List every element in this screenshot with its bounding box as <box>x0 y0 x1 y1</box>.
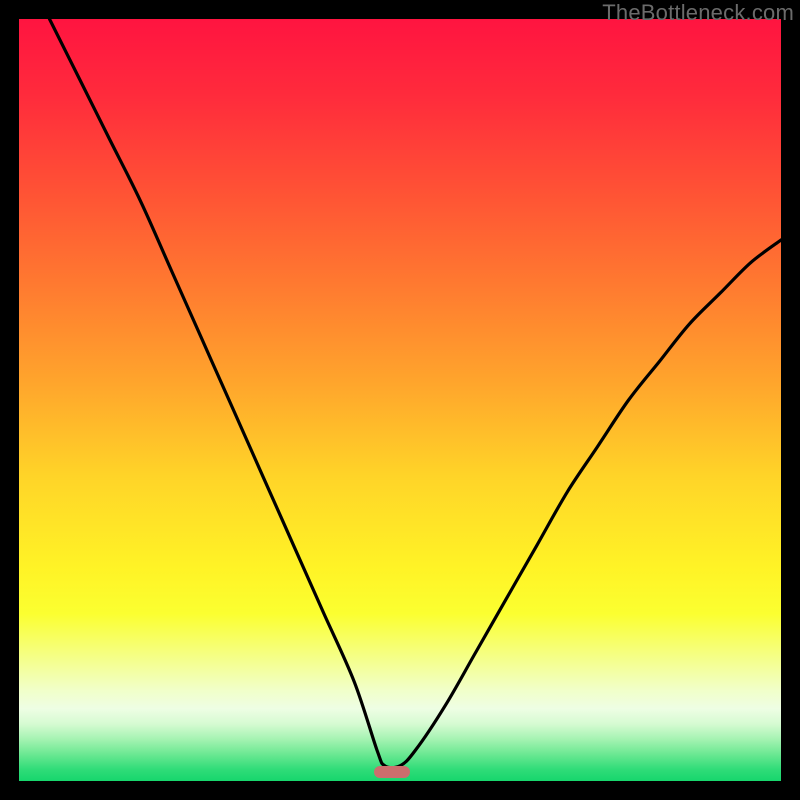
chart-stage: TheBottleneck.com <box>0 0 800 800</box>
optimal-marker <box>374 766 410 778</box>
plot-area <box>19 19 781 781</box>
bottleneck-curve <box>19 19 781 781</box>
watermark-text: TheBottleneck.com <box>602 0 794 26</box>
